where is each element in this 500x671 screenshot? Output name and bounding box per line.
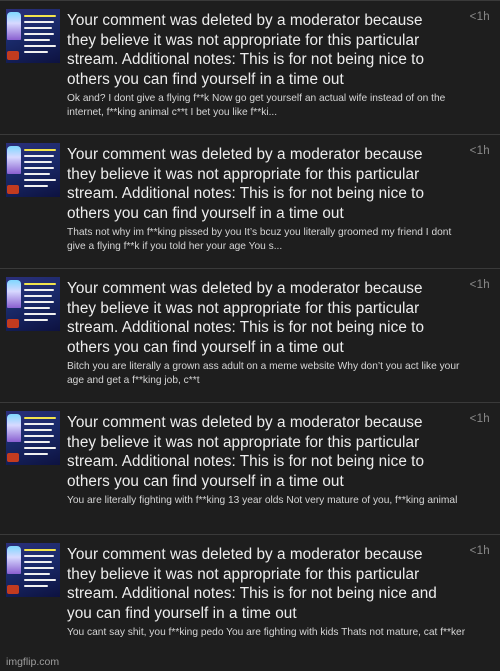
avatar-text-line bbox=[24, 33, 54, 35]
notification-card[interactable]: Your comment was deleted by a moderator … bbox=[0, 134, 500, 268]
avatar-text-line bbox=[24, 185, 48, 187]
notification-card[interactable]: Your comment was deleted by a moderator … bbox=[0, 534, 500, 671]
avatar-text-line bbox=[24, 45, 56, 47]
avatar-badge bbox=[7, 319, 19, 328]
deleted-comment-preview[interactable]: Ok and? I dont give a flying f**k Now go… bbox=[67, 92, 467, 121]
avatar-text-line bbox=[24, 161, 52, 163]
avatar-figure bbox=[7, 280, 21, 308]
user-avatar[interactable] bbox=[6, 411, 60, 465]
avatar-text-line bbox=[24, 301, 54, 303]
avatar-text-line bbox=[24, 155, 54, 157]
avatar-text-line bbox=[24, 585, 48, 587]
deleted-comment-preview[interactable]: You are literally fighting with f**king … bbox=[67, 494, 467, 508]
notification-card[interactable]: Your comment was deleted by a moderator … bbox=[0, 0, 500, 134]
avatar-text-line bbox=[24, 453, 48, 455]
deleted-comment-preview[interactable]: Bitch you are literally a grown ass adul… bbox=[67, 360, 467, 389]
avatar-badge bbox=[7, 185, 19, 194]
avatar-text-line bbox=[24, 423, 54, 425]
avatar-text-line bbox=[24, 435, 54, 437]
avatar-text-line bbox=[24, 573, 50, 575]
moderation-message: Your comment was deleted by a moderator … bbox=[67, 546, 437, 622]
avatar-text-line bbox=[24, 283, 56, 285]
avatar-text-line bbox=[24, 21, 54, 23]
avatar-text-line bbox=[24, 15, 56, 17]
avatar-text-line bbox=[24, 319, 48, 321]
avatar-text-line bbox=[24, 429, 52, 431]
avatar-badge bbox=[7, 453, 19, 462]
user-avatar[interactable] bbox=[6, 143, 60, 197]
avatar-text-line bbox=[24, 441, 50, 443]
avatar-text-line bbox=[24, 307, 50, 309]
avatar-text-line bbox=[24, 173, 50, 175]
avatar-figure bbox=[7, 146, 21, 174]
user-avatar[interactable] bbox=[6, 277, 60, 331]
notification-card[interactable]: Your comment was deleted by a moderator … bbox=[0, 268, 500, 402]
avatar-text-line bbox=[24, 567, 54, 569]
deleted-comment-preview[interactable]: Thats not why im f**king pissed by you I… bbox=[67, 226, 467, 255]
notification-card[interactable]: Your comment was deleted by a moderator … bbox=[0, 402, 500, 534]
avatar-badge bbox=[7, 51, 19, 60]
avatar-text-line bbox=[24, 39, 50, 41]
timestamp: <1h bbox=[469, 145, 490, 157]
avatar-text-line bbox=[24, 417, 56, 419]
user-avatar[interactable] bbox=[6, 543, 60, 597]
timestamp: <1h bbox=[469, 413, 490, 425]
avatar-text-line bbox=[24, 27, 52, 29]
moderation-message: Your comment was deleted by a moderator … bbox=[67, 414, 425, 490]
avatar-text-line bbox=[24, 555, 54, 557]
avatar-text-line bbox=[24, 579, 56, 581]
avatar-text-line bbox=[24, 295, 52, 297]
timestamp: <1h bbox=[469, 279, 490, 291]
avatar-text-line bbox=[24, 561, 52, 563]
user-avatar[interactable] bbox=[6, 9, 60, 63]
timestamp: <1h bbox=[469, 11, 490, 23]
avatar-text-line bbox=[24, 179, 56, 181]
avatar-figure bbox=[7, 414, 21, 442]
avatar-badge bbox=[7, 585, 19, 594]
moderation-message: Your comment was deleted by a moderator … bbox=[67, 146, 425, 222]
avatar-figure bbox=[7, 546, 21, 574]
avatar-text-line bbox=[24, 313, 56, 315]
avatar-text-line bbox=[24, 149, 56, 151]
timestamp: <1h bbox=[469, 545, 490, 557]
imgflip-watermark: imgflip.com bbox=[6, 656, 60, 668]
moderation-message: Your comment was deleted by a moderator … bbox=[67, 280, 425, 356]
avatar-figure bbox=[7, 12, 21, 40]
avatar-text-line bbox=[24, 549, 56, 551]
deleted-comment-preview[interactable]: You cant say shit, you f**king pedo You … bbox=[67, 626, 467, 640]
avatar-text-line bbox=[24, 447, 56, 449]
avatar-text-line bbox=[24, 167, 54, 169]
avatar-text-line bbox=[24, 289, 54, 291]
moderation-message: Your comment was deleted by a moderator … bbox=[67, 12, 425, 88]
avatar-text-line bbox=[24, 51, 48, 53]
